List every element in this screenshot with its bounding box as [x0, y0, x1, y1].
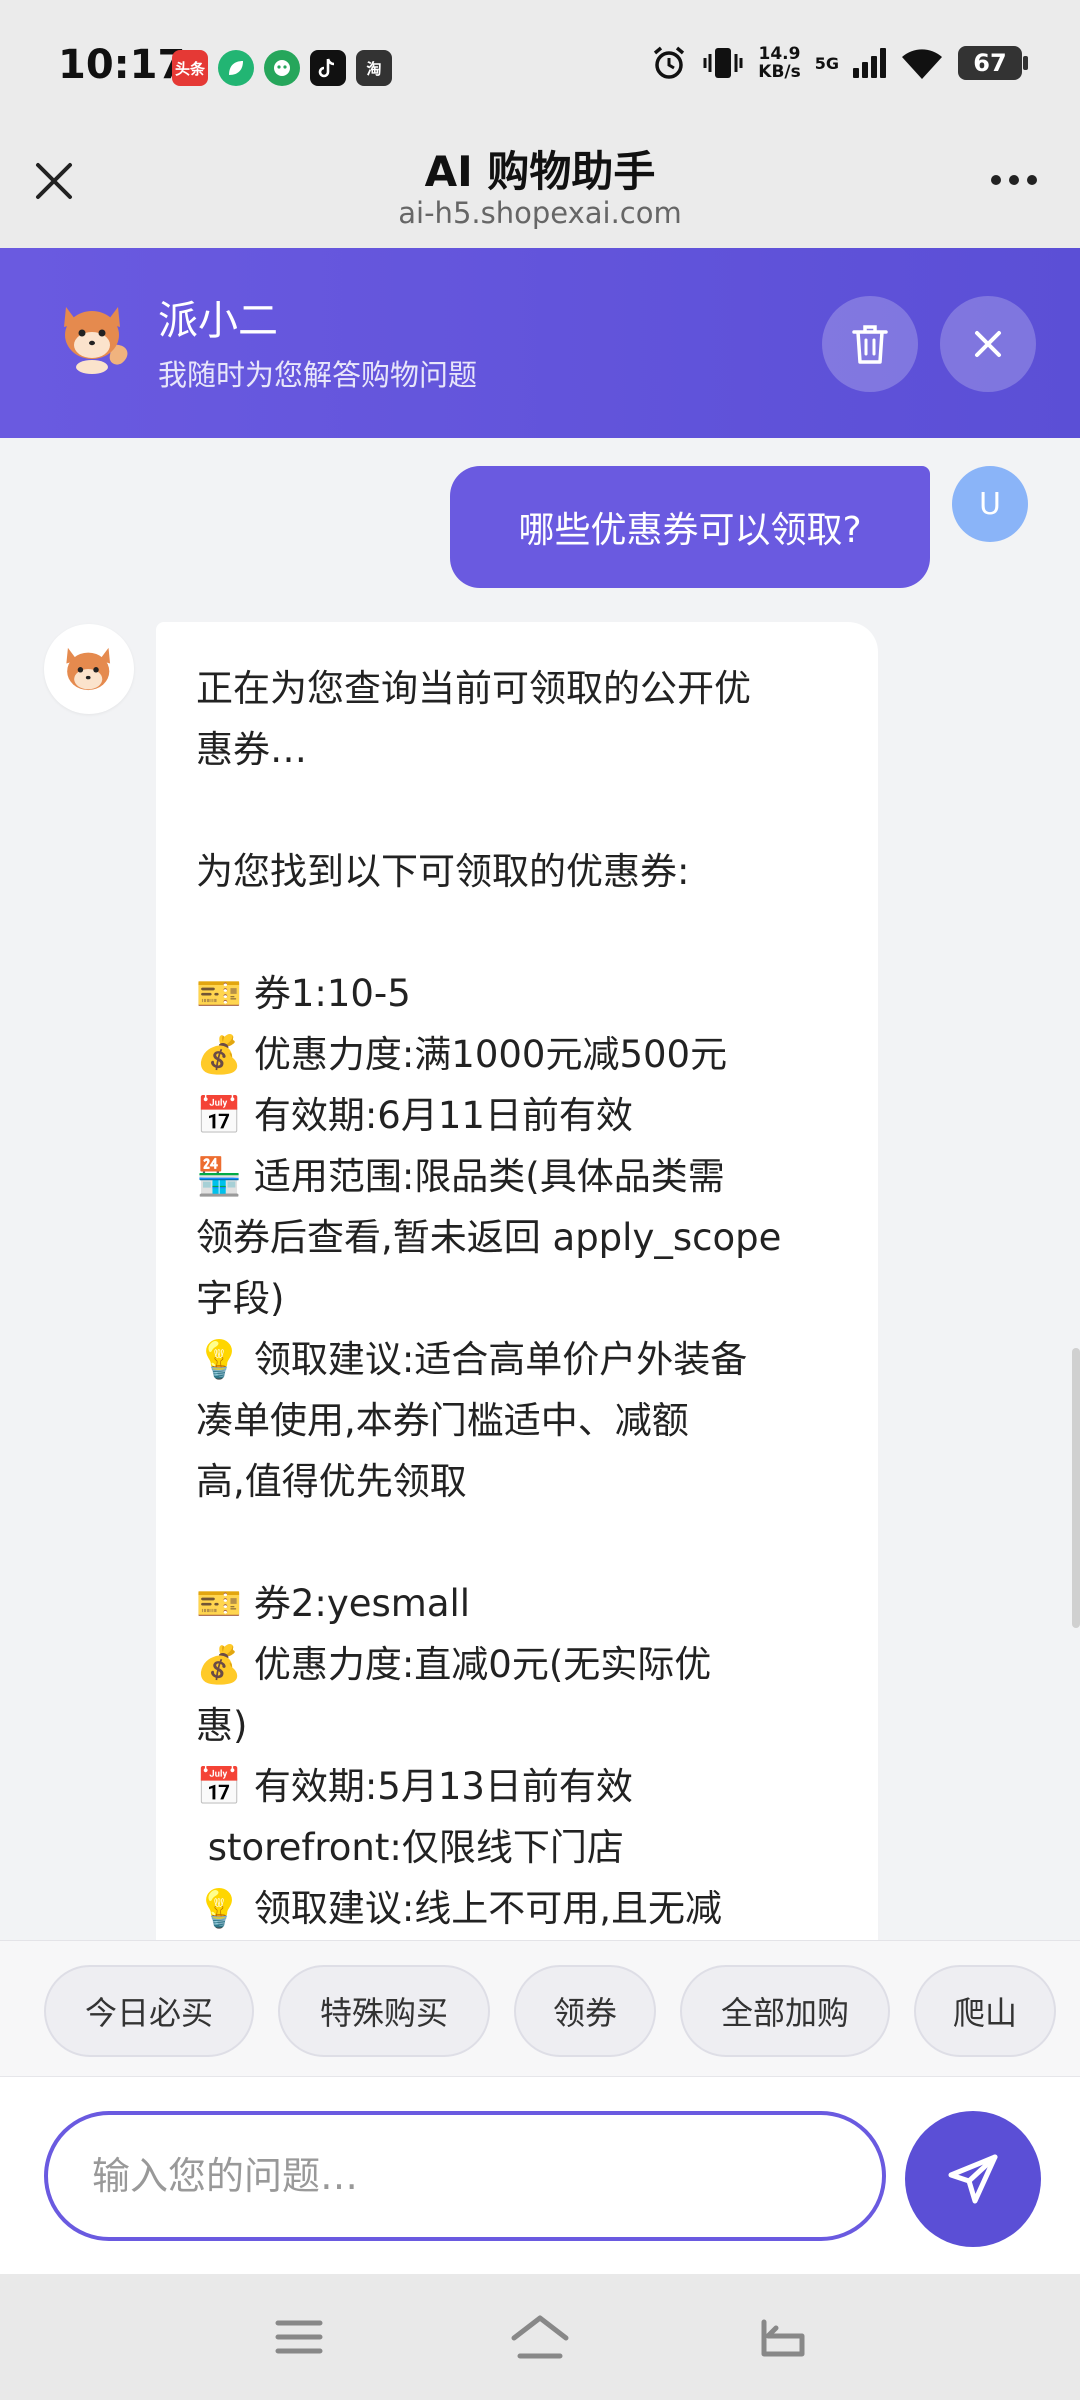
back-icon [761, 2319, 805, 2357]
more-options-button[interactable] [984, 160, 1044, 200]
input-row [0, 2076, 1080, 2274]
message-input[interactable] [44, 2111, 886, 2241]
status-right: 14.9 KB/s 5G 67 [650, 44, 1028, 82]
bot-message-line: 💡 领取建议:适合高单价户外装备 [196, 1338, 748, 1381]
green-face-app-icon [264, 50, 300, 86]
bot-message-line [196, 1512, 840, 1573]
bot-message-line: 💡 领取建议:线上不可用,且无减 [196, 1887, 723, 1930]
more-dot-icon [991, 175, 1001, 185]
user-message-bubble: 哪些优惠券可以领取? [450, 466, 930, 588]
network-speed-value: 14.9 [758, 44, 801, 64]
network-type: 5G [814, 53, 839, 73]
bot-message-line: 🎫 券2:yesmall [196, 1582, 471, 1625]
alarm-icon [654, 46, 685, 79]
assistant-subtitle: 我随时为您解答购物问题 [158, 358, 478, 392]
back-button[interactable] [748, 2304, 814, 2370]
signal-icon [853, 48, 886, 78]
fox-mascot-icon [66, 647, 111, 691]
wifi-icon [902, 49, 942, 79]
more-dot-icon [1027, 175, 1037, 185]
quick-reply-bar: 今日必买 特殊购买 领券 全部加购 爬山 [0, 1940, 1080, 2076]
bot-message-line: 领券后查看,暂未返回 apply_scope [196, 1216, 782, 1259]
notification-icons: 头条 淘 [172, 50, 392, 86]
tiktok-app-icon [310, 50, 346, 86]
menu-icon [275, 2320, 323, 2354]
menu-button[interactable] [266, 2304, 332, 2370]
bot-message-line: 字段) [196, 1277, 285, 1320]
close-icon [975, 331, 1001, 357]
bot-avatar [44, 624, 134, 714]
bot-message-line: 凑单使用,本券门槛适中、减额 [196, 1399, 689, 1442]
bot-message-line: 🏪 适用范围:限品类(具体品类需 [196, 1155, 725, 1198]
close-assistant-button[interactable] [940, 296, 1036, 392]
home-button[interactable] [507, 2304, 573, 2370]
bot-message-line: 📅 有效期:5月13日前有效 [196, 1765, 633, 1808]
bot-message-line: 正在为您查询当前可领取的公开优 [196, 667, 751, 710]
bot-message-line: storefront:仅限线下门店 [196, 1826, 624, 1869]
chip-today-must-buy[interactable]: 今日必买 [44, 1965, 254, 2057]
chat-area[interactable]: 哪些优惠券可以领取? U 正在为您查询当前可领取的公开优 惠券… 为您找到以下可… [0, 438, 1080, 1940]
page-url: ai-h5.shopexai.com [398, 196, 682, 230]
page-title: AI 购物助手 [424, 147, 656, 196]
assistant-header: 派小二 我随时为您解答购物问题 [0, 248, 1080, 438]
chat-scrollbar[interactable] [1072, 1348, 1080, 1628]
chip-hiking[interactable]: 爬山 [914, 1965, 1056, 2057]
bot-message-line: 惠券… [196, 728, 307, 771]
chip-add-all-to-cart[interactable]: 全部加购 [680, 1965, 890, 2057]
send-button[interactable] [905, 2111, 1041, 2247]
network-speed-unit: KB/s [758, 62, 801, 82]
bot-message-line: 惠) [196, 1704, 248, 1747]
bot-message-line: 高,值得优先领取 [196, 1460, 467, 1503]
home-icon [511, 2315, 569, 2359]
trash-icon [852, 325, 888, 364]
chip-coupons[interactable]: 领券 [514, 1965, 656, 2057]
clear-chat-button[interactable] [822, 296, 918, 392]
battery-indicator: 67 [958, 46, 1028, 80]
bot-message-line: 💰 优惠力度:直减0元(无实际优 [196, 1643, 712, 1686]
bot-message-line: 💰 优惠力度:满1000元减500元 [196, 1033, 728, 1076]
vibrate-icon [703, 48, 743, 78]
bot-message-line [196, 780, 840, 841]
bot-message-line: 为您找到以下可领取的优惠券: [196, 850, 690, 893]
user-avatar: U [952, 466, 1028, 542]
toutiao-app-icon: 头条 [172, 50, 208, 86]
bot-message-line [196, 902, 840, 963]
more-dot-icon [1009, 175, 1019, 185]
fox-mascot-icon [64, 307, 128, 374]
bot-message-bubble: 正在为您查询当前可领取的公开优 惠券… 为您找到以下可领取的优惠券: 🎫 券1:… [156, 622, 878, 1940]
status-bar: 10:17 头条 淘 14.9 KB/s 5G 67 [0, 0, 1080, 130]
assistant-name: 派小二 [158, 298, 278, 344]
bot-message-line: 📅 有效期:6月11日前有效 [196, 1094, 633, 1137]
status-time: 10:17 [58, 42, 186, 88]
browser-header: AI 购物助手 ai-h5.shopexai.com [0, 130, 1080, 248]
bot-message-line: 🎫 券1:10-5 [196, 972, 411, 1015]
chip-special-purchase[interactable]: 特殊购买 [278, 1965, 490, 2057]
system-nav-bar [0, 2274, 1080, 2400]
taobao-app-icon: 淘 [356, 50, 392, 86]
send-icon [948, 2154, 998, 2204]
green-leaf-app-icon [218, 50, 254, 86]
network-speed: 14.9 KB/s [758, 45, 800, 81]
